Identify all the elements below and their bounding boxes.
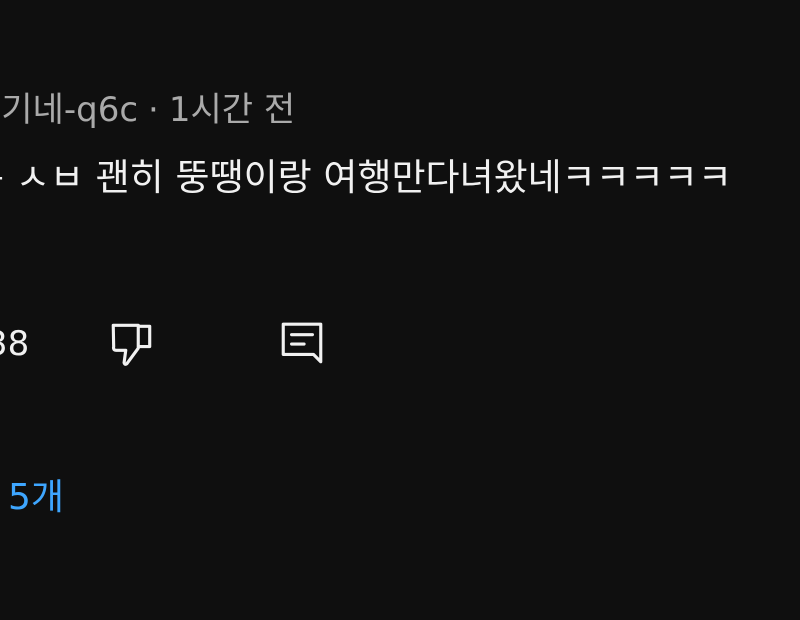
comment-timestamp: 1시간 전	[168, 90, 296, 130]
reply-button[interactable]	[276, 318, 328, 370]
meta-separator: ·	[148, 90, 159, 130]
like-count: 38	[0, 324, 30, 364]
comment-actions: 38	[0, 318, 800, 370]
view-replies-button[interactable]: 5개	[8, 468, 64, 520]
dislike-button[interactable]	[106, 318, 158, 370]
comment-author[interactable]: 웃기네-q6c	[0, 90, 138, 130]
comment-meta: 웃기네-q6c·1시간 전	[0, 82, 295, 131]
comment-text: 은 ㅅㅂ 괜히 뚱땡이랑 여행만다녀왔네ㅋㅋㅋㅋㅋ	[0, 156, 732, 199]
comment-reply-icon	[281, 322, 323, 364]
comment-item: 웃기네-q6c·1시간 전 은 ㅅㅂ 괜히 뚱땡이랑 여행만다녀왔네ㅋㅋㅋㅋㅋ …	[0, 0, 800, 620]
thumbs-down-icon	[111, 323, 152, 366]
